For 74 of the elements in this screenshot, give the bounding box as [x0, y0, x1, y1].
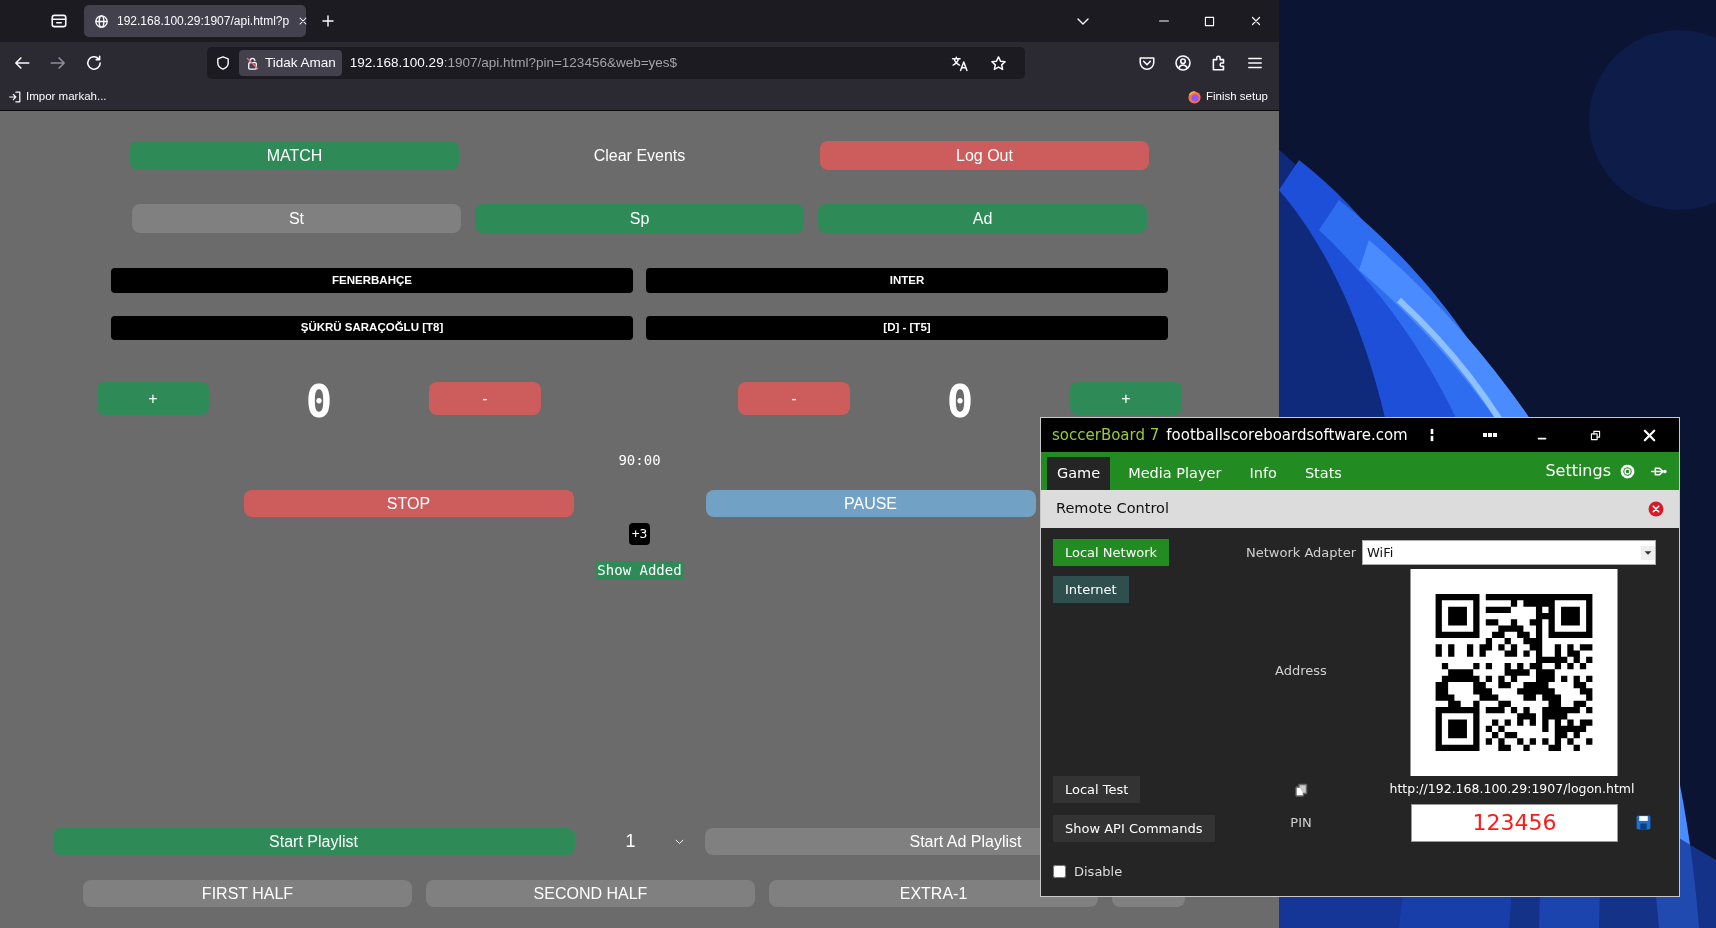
account-icon[interactable] [1174, 54, 1192, 72]
save-icon[interactable] [1634, 814, 1652, 831]
show-api-button[interactable]: Show API Commands [1053, 815, 1215, 842]
clock-display: 90:00 [618, 451, 661, 470]
field-label: Address [1275, 662, 1327, 681]
action-button[interactable]: Log Out [820, 141, 1149, 170]
tab-list-icon[interactable] [50, 12, 68, 30]
address-url: http://192.168.100.29:1907/logon.html [1388, 780, 1636, 799]
security-indicator[interactable]: Tidak Aman [239, 50, 342, 76]
star-icon[interactable] [990, 54, 1007, 72]
disable-checkbox[interactable] [1053, 865, 1066, 879]
network-mode-button[interactable]: Local Network [1053, 539, 1170, 566]
close-icon[interactable] [1642, 427, 1657, 443]
copy-icon[interactable] [1293, 781, 1309, 798]
app-brand: soccerBoard 7 [1052, 424, 1160, 446]
back-icon[interactable] [13, 54, 31, 72]
shield-icon[interactable] [215, 55, 231, 71]
field-label: PIN [1290, 813, 1312, 832]
caret-icon [1641, 545, 1655, 560]
action-button[interactable]: Clear Events [475, 141, 804, 170]
period-button[interactable]: SECOND HALF [426, 880, 755, 907]
app-tab[interactable]: Game [1047, 457, 1111, 490]
score-value: 0 [304, 382, 334, 422]
panel-title: Remote Control [1056, 499, 1169, 519]
score-minus-button[interactable]: - [429, 382, 541, 415]
mode-button[interactable]: Ad [818, 204, 1147, 233]
network-mode-button[interactable]: Internet [1053, 576, 1129, 603]
team-name: INTER [646, 268, 1168, 293]
maximize-icon[interactable] [1203, 14, 1216, 28]
url-text: 192.168.100.29:1907/api.html?pin=123456&web=yes$ [349, 53, 679, 72]
app-tab[interactable]: Media Player [1118, 457, 1232, 490]
mode-button[interactable]: St [132, 204, 461, 233]
period-button[interactable]: FIRST HALF [83, 880, 412, 907]
settings-link[interactable]: Settings [1545, 459, 1611, 483]
settings-icon[interactable] [1619, 462, 1636, 480]
mode-button[interactable]: Sp [475, 204, 804, 233]
show-added-button[interactable]: Show Added [595, 560, 684, 580]
clock-button[interactable]: PAUSE [705, 490, 1036, 517]
start-playlist-button[interactable]: Start Playlist [52, 828, 575, 855]
pin-field[interactable]: 123456 [1411, 803, 1618, 842]
lock-icon [245, 55, 260, 71]
firefox-icon[interactable] [1187, 89, 1202, 105]
action-button[interactable]: MATCH [130, 141, 459, 170]
app-tab[interactable]: Stats [1294, 457, 1352, 490]
translate-icon[interactable] [951, 54, 968, 72]
app-tab[interactable]: Info [1239, 457, 1287, 490]
score-plus-button[interactable]: + [1070, 382, 1182, 415]
adapter-select[interactable]: WiFi [1362, 540, 1656, 565]
score-minus-button[interactable]: - [738, 382, 850, 415]
pocket-icon[interactable] [1138, 54, 1156, 72]
field-label: Network Adapter [1246, 543, 1356, 562]
bookmark-link[interactable]: Impor markah... [26, 88, 107, 106]
globe-icon [94, 13, 109, 29]
import-icon[interactable] [8, 90, 22, 104]
close-icon[interactable] [1249, 14, 1263, 28]
forward-icon[interactable] [49, 54, 67, 72]
tab-title: 192.168.100.29:1907/api.html?p [117, 13, 290, 30]
browser-tab[interactable]: 192.168.100.29:1907/api.html?p [84, 5, 306, 37]
team-info: ŞÜKRÜ SARAÇOĞLU [T8] [111, 316, 633, 340]
restore-icon[interactable] [1589, 428, 1602, 442]
reload-icon[interactable] [85, 54, 103, 72]
score-value: 0 [945, 382, 975, 422]
clock-button[interactable]: STOP [243, 490, 574, 517]
address-bar[interactable]: Tidak Aman 192.168.100.29:1907/api.html?pin=123456&web=yes$ [207, 47, 1025, 79]
team-name: FENERBAHÇE [111, 268, 633, 293]
checkbox-label: Disable [1074, 863, 1123, 881]
team-info: [D] - [T5] [646, 316, 1168, 340]
new-tab-icon[interactable] [320, 13, 336, 29]
score-plus-button[interactable]: + [97, 382, 209, 415]
finish-setup-link[interactable]: Finish setup [1206, 88, 1268, 106]
app-website: footballscoreboardsoftware.com [1166, 424, 1408, 446]
playlist-number-select[interactable]: 1 [574, 828, 705, 855]
local-test-button[interactable]: Local Test [1053, 776, 1141, 803]
added-time-badge: +3 [628, 523, 651, 545]
